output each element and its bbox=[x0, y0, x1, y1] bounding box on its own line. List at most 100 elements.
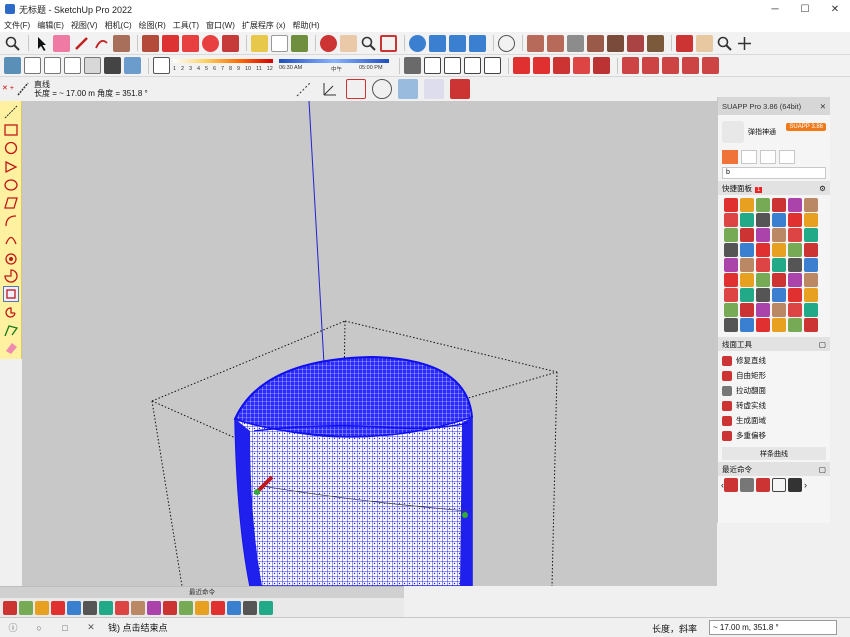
quick-tool-icon[interactable] bbox=[772, 273, 786, 287]
quick-tool-icon[interactable] bbox=[756, 198, 770, 212]
menu-window[interactable]: 窗口(W) bbox=[206, 20, 235, 31]
quick-tool-icon[interactable] bbox=[772, 243, 786, 257]
list-item[interactable]: 拉动翻面 bbox=[722, 383, 826, 398]
quick-tool-icon[interactable] bbox=[756, 303, 770, 317]
extension-warehouse-icon[interactable] bbox=[429, 34, 446, 52]
recent-command-icon[interactable] bbox=[147, 601, 161, 615]
sandbox-scratch-icon[interactable] bbox=[547, 34, 564, 52]
spiral-e-icon[interactable] bbox=[3, 304, 19, 320]
quick-tool-icon[interactable] bbox=[788, 288, 802, 302]
quick-tool-icon[interactable] bbox=[788, 198, 802, 212]
recent-tool-icon[interactable] bbox=[788, 478, 802, 492]
axis-icon[interactable] bbox=[320, 79, 340, 99]
quick-tool-icon[interactable] bbox=[724, 318, 738, 332]
move-icon[interactable] bbox=[182, 34, 199, 52]
panel-search-input[interactable]: b bbox=[722, 167, 826, 179]
quick-tool-icon[interactable] bbox=[724, 303, 738, 317]
flip-edge-icon[interactable] bbox=[647, 34, 664, 52]
smoove-icon[interactable] bbox=[567, 34, 584, 52]
quick-tool-icon[interactable] bbox=[756, 243, 770, 257]
measurement-input[interactable]: ~ 17.00 m, 351.8 ° bbox=[709, 620, 837, 635]
shape-icon[interactable] bbox=[113, 34, 130, 52]
suapp-star-icon[interactable] bbox=[573, 57, 590, 74]
box-select-icon[interactable] bbox=[346, 79, 366, 99]
recent-shield-icon[interactable] bbox=[740, 478, 754, 492]
quick-tool-icon[interactable] bbox=[772, 228, 786, 242]
quick-tool-icon[interactable] bbox=[724, 288, 738, 302]
xray-style-icon[interactable] bbox=[104, 57, 121, 74]
quick-tool-icon[interactable] bbox=[724, 228, 738, 242]
suapp-logo-icon[interactable] bbox=[513, 57, 530, 74]
menu-edit[interactable]: 编辑(E) bbox=[37, 20, 64, 31]
shadow-month-slider[interactable]: 1 2 3 4 5 6 7 8 9 10 11 12 bbox=[173, 58, 273, 74]
menu-view[interactable]: 视图(V) bbox=[71, 20, 98, 31]
recent-command-icon[interactable] bbox=[195, 601, 209, 615]
recent-command-icon[interactable] bbox=[115, 601, 129, 615]
quick-tool-icon[interactable] bbox=[788, 273, 802, 287]
account-icon[interactable] bbox=[498, 34, 515, 52]
arc-icon[interactable] bbox=[3, 213, 19, 229]
quick-tool-icon[interactable] bbox=[740, 228, 754, 242]
house-roof-icon[interactable] bbox=[444, 57, 461, 74]
arc-icon[interactable] bbox=[93, 35, 110, 52]
recent-command-icon[interactable] bbox=[227, 601, 241, 615]
recent-pencil-icon[interactable] bbox=[724, 478, 738, 492]
circle-icon[interactable] bbox=[3, 140, 19, 156]
expand-icon[interactable]: ▢ bbox=[819, 465, 826, 474]
quick-tool-icon[interactable] bbox=[740, 258, 754, 272]
quick-tool-icon[interactable] bbox=[756, 228, 770, 242]
recent-command-icon[interactable] bbox=[3, 601, 17, 615]
walk-icon[interactable] bbox=[676, 34, 693, 52]
quick-panel-header[interactable]: 快捷面板 1 ⚙ bbox=[718, 181, 830, 195]
menu-tools[interactable]: 工具(T) bbox=[173, 20, 199, 31]
quick-tool-icon[interactable] bbox=[772, 213, 786, 227]
quick-tool-icon[interactable] bbox=[804, 198, 818, 212]
recent-command-icon[interactable] bbox=[67, 601, 81, 615]
list-item[interactable]: 生成面域 bbox=[722, 413, 826, 428]
quick-tool-icon[interactable] bbox=[804, 243, 818, 257]
recent-command-icon[interactable] bbox=[179, 601, 193, 615]
quick-tool-icon[interactable] bbox=[756, 258, 770, 272]
rectangle-icon[interactable] bbox=[3, 122, 19, 138]
right-view-icon[interactable] bbox=[64, 57, 81, 74]
offset-rect-icon[interactable] bbox=[2, 285, 19, 302]
scene-canvas[interactable] bbox=[22, 101, 717, 586]
layers-tab-icon[interactable] bbox=[741, 150, 757, 164]
quick-tool-icon[interactable] bbox=[740, 318, 754, 332]
search-tab-icon[interactable] bbox=[779, 150, 795, 164]
text-icon[interactable] bbox=[271, 34, 288, 52]
quick-tool-icon[interactable] bbox=[740, 213, 754, 227]
geo-icon[interactable]: ○ bbox=[32, 623, 46, 633]
line-icon[interactable] bbox=[3, 104, 19, 120]
follow-me-icon[interactable] bbox=[162, 34, 179, 52]
suapp-pencil-icon[interactable] bbox=[662, 57, 679, 74]
recent-command-icon[interactable] bbox=[211, 601, 225, 615]
quick-tool-icon[interactable] bbox=[724, 273, 738, 287]
layers-icon[interactable] bbox=[449, 34, 466, 52]
pink-eraser-icon[interactable] bbox=[3, 340, 19, 356]
recent-command-icon[interactable] bbox=[35, 601, 49, 615]
expand-icon[interactable]: ▢ bbox=[819, 340, 826, 349]
quick-tool-icon[interactable] bbox=[804, 273, 818, 287]
menu-extensions[interactable]: 扩展程序 (x) bbox=[242, 20, 286, 31]
list-item[interactable]: 转虚实线 bbox=[722, 398, 826, 413]
house-icon[interactable] bbox=[464, 57, 481, 74]
suapp-box-icon[interactable] bbox=[553, 57, 570, 74]
quick-tool-icon[interactable] bbox=[804, 318, 818, 332]
polyline-icon[interactable] bbox=[3, 322, 19, 338]
rotate-icon[interactable] bbox=[202, 34, 219, 52]
credits-icon[interactable]: □ bbox=[58, 623, 72, 633]
section-plane-icon[interactable] bbox=[404, 57, 421, 74]
quick-tool-icon[interactable] bbox=[740, 273, 754, 287]
exit-icon[interactable] bbox=[450, 79, 470, 99]
quick-tool-icon[interactable] bbox=[804, 258, 818, 272]
menu-draw[interactable]: 绘图(R) bbox=[139, 20, 166, 31]
list-item[interactable]: 修复直线 bbox=[722, 353, 826, 368]
pan-icon[interactable] bbox=[340, 34, 357, 52]
quick-tool-icon[interactable] bbox=[788, 303, 802, 317]
parallelogram-icon[interactable] bbox=[3, 195, 19, 211]
extension-manager-icon[interactable] bbox=[469, 34, 486, 52]
warehouse-icon[interactable] bbox=[409, 34, 426, 52]
quick-tool-icon[interactable] bbox=[724, 258, 738, 272]
recent-commands-header[interactable]: 最近命令 ▢ bbox=[718, 462, 830, 476]
